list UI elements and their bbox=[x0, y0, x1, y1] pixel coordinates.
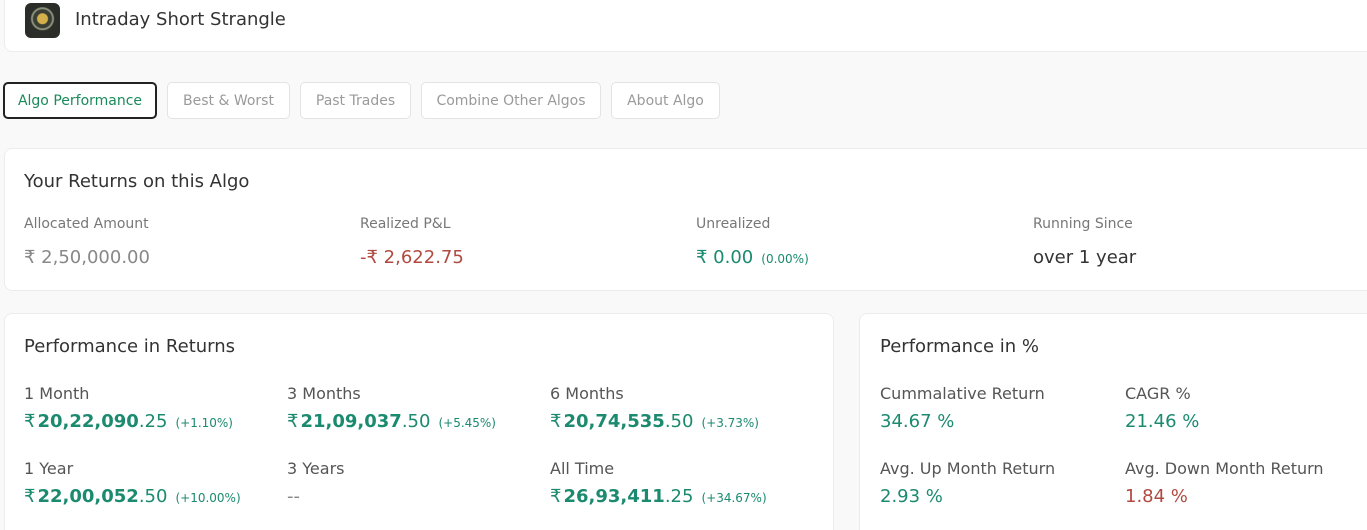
value-main: 26,93,411 bbox=[563, 486, 665, 507]
period-label: 1 Month bbox=[24, 384, 90, 403]
cagr-label: CAGR % bbox=[1125, 384, 1191, 403]
period-value: -- bbox=[287, 486, 300, 507]
value-decimal: .25 bbox=[664, 486, 694, 507]
period-label: 3 Months bbox=[287, 384, 361, 403]
value-pct: (+34.67%) bbox=[701, 491, 767, 505]
period-value: ₹ 26,93,411 .25 (+34.67%) bbox=[550, 486, 767, 507]
value-pct: (+10.00%) bbox=[175, 491, 241, 505]
tab-algo-performance[interactable]: Algo Performance bbox=[3, 82, 157, 119]
currency-symbol: ₹ bbox=[24, 411, 36, 432]
app-header: Intraday Short Strangle bbox=[4, 0, 1367, 52]
currency-symbol: ₹ bbox=[287, 411, 299, 432]
value-decimal: .25 bbox=[138, 411, 168, 432]
value-pct: (+5.45%) bbox=[438, 416, 496, 430]
currency-symbol: ₹ bbox=[550, 486, 562, 507]
avg-down-value: 1.84 % bbox=[1125, 486, 1188, 507]
value-decimal: .50 bbox=[138, 486, 168, 507]
value-main: 21,09,037 bbox=[300, 411, 402, 432]
period-value: ₹ 22,00,052 .50 (+10.00%) bbox=[24, 486, 241, 507]
allocated-value: ₹ 2,50,000.00 bbox=[24, 247, 150, 268]
avg-up-label: Avg. Up Month Return bbox=[880, 459, 1056, 478]
allocated-label: Allocated Amount bbox=[24, 216, 149, 232]
period-label: 3 Years bbox=[287, 459, 345, 478]
cumulative-value: 34.67 % bbox=[880, 411, 955, 432]
cagr-value: 21.46 % bbox=[1125, 411, 1200, 432]
value-main: 20,22,090 bbox=[37, 411, 139, 432]
unrealized-pct: (0.00%) bbox=[761, 252, 809, 266]
performance-returns-card: Performance in Returns 1 Month ₹ 20,22,0… bbox=[4, 313, 834, 530]
value-pct: (+3.73%) bbox=[701, 416, 759, 430]
value-decimal: .50 bbox=[401, 411, 431, 432]
value-main: 22,00,052 bbox=[37, 486, 139, 507]
avg-up-value: 2.93 % bbox=[880, 486, 943, 507]
avg-down-label: Avg. Down Month Return bbox=[1125, 459, 1324, 478]
currency-symbol: ₹ bbox=[24, 486, 36, 507]
value-main: 20,74,535 bbox=[563, 411, 665, 432]
algo-logo bbox=[25, 3, 60, 38]
unrealized-value-wrap: ₹ 0.00 (0.00%) bbox=[696, 247, 809, 268]
tab-about-algo[interactable]: About Algo bbox=[611, 82, 720, 119]
period-value: ₹ 20,74,535 .50 (+3.73%) bbox=[550, 411, 759, 432]
returns-card: Your Returns on this Algo Allocated Amou… bbox=[4, 148, 1367, 291]
running-label: Running Since bbox=[1033, 216, 1133, 232]
cumulative-label: Cummalative Return bbox=[880, 384, 1045, 403]
period-label: 1 Year bbox=[24, 459, 74, 478]
tab-best-worst[interactable]: Best & Worst bbox=[167, 82, 290, 119]
period-label: 6 Months bbox=[550, 384, 624, 403]
value-decimal: .50 bbox=[664, 411, 694, 432]
performance-pct-card: Performance in % Cummalative Return 34.6… bbox=[859, 313, 1367, 530]
period-value: ₹ 21,09,037 .50 (+5.45%) bbox=[287, 411, 496, 432]
performance-pct-title: Performance in % bbox=[880, 336, 1040, 357]
unrealized-value: ₹ 0.00 bbox=[696, 247, 754, 268]
value-pct: (+1.10%) bbox=[175, 416, 233, 430]
tab-combine-other-algos[interactable]: Combine Other Algos bbox=[421, 82, 601, 119]
currency-symbol: ₹ bbox=[550, 411, 562, 432]
running-value: over 1 year bbox=[1033, 247, 1137, 268]
returns-title: Your Returns on this Algo bbox=[24, 171, 250, 192]
performance-returns-title: Performance in Returns bbox=[24, 336, 236, 357]
period-value: ₹ 20,22,090 .25 (+1.10%) bbox=[24, 411, 233, 432]
page-title: Intraday Short Strangle bbox=[75, 9, 286, 30]
realized-label: Realized P&L bbox=[360, 216, 451, 232]
period-label: All Time bbox=[550, 459, 615, 478]
unrealized-label: Unrealized bbox=[696, 216, 771, 232]
tab-past-trades[interactable]: Past Trades bbox=[300, 82, 411, 119]
realized-value: -₹ 2,622.75 bbox=[360, 247, 464, 268]
